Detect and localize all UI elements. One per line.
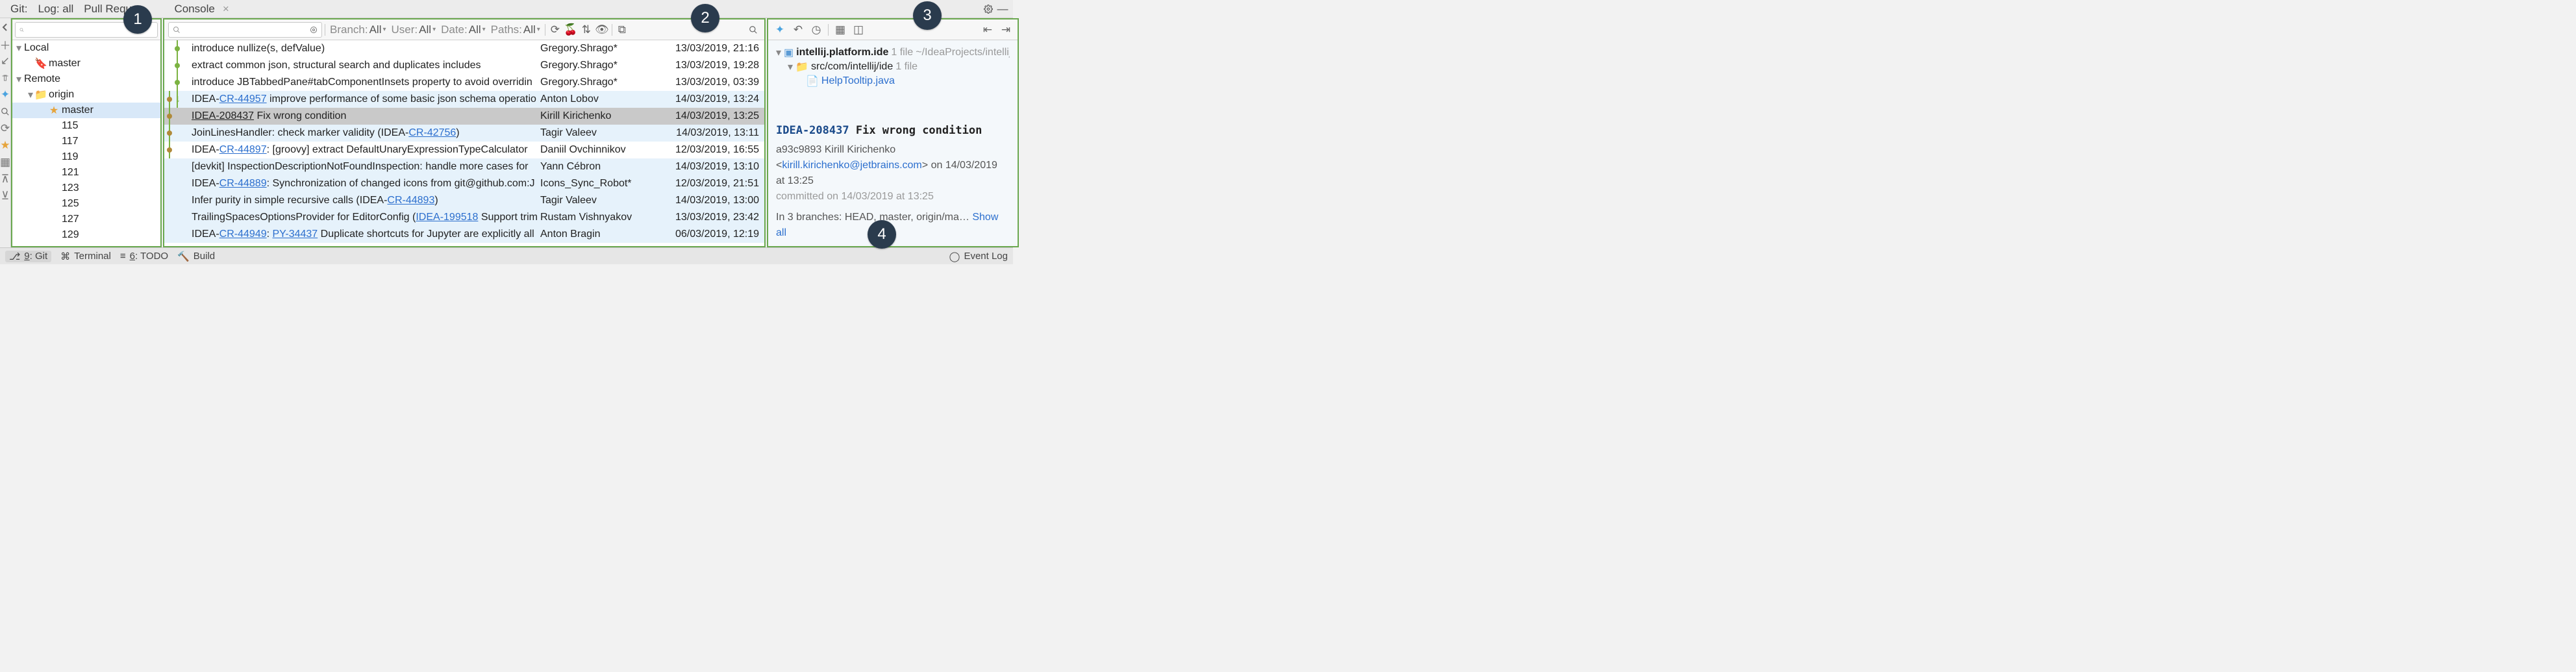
group-icon[interactable]: ▦ <box>832 22 848 38</box>
star-icon[interactable]: ★ <box>0 140 10 151</box>
filter-paths[interactable]: Paths: All ▾ <box>489 23 542 36</box>
align-bottom-icon[interactable]: ⊻ <box>0 191 10 201</box>
branches-panel: ▾Local 🔖 master ▾Remote ▾ 📁 origin ★ mas… <box>11 18 162 247</box>
filter-user[interactable]: User: All ▾ <box>390 23 438 36</box>
sparkle-icon[interactable]: ✦ <box>772 22 788 38</box>
gear-icon[interactable] <box>983 4 994 14</box>
tool-git[interactable]: ⎇ 9: Git <box>5 251 51 262</box>
changed-files-tree[interactable]: ▾ ▣ intellij.platform.ide 1 file ~/IdeaP… <box>776 45 1010 88</box>
close-icon[interactable]: × <box>223 3 229 16</box>
tree-ref[interactable]: 121 <box>12 165 160 180</box>
filter-settings-icon[interactable] <box>310 26 318 34</box>
log-panel: Branch: All ▾ User: All ▾ Date: All ▾ Pa… <box>163 18 766 247</box>
badge-2: 2 <box>691 4 719 32</box>
badge-4: 4 <box>868 220 896 249</box>
tree-ref[interactable]: 119 <box>12 149 160 165</box>
tree-ref[interactable]: 123 <box>12 180 160 196</box>
tree-ref[interactable]: 129 <box>12 227 160 243</box>
changed-file[interactable]: HelpTooltip.java <box>821 75 895 87</box>
tree-remote[interactable]: ▾Remote <box>12 71 160 87</box>
details-panel: ✦ ↶ ◷ ▦ ◫ ⇤ ⇥ ▾ ▣ intellij.platform.ide … <box>767 18 1019 247</box>
tab-log[interactable]: Log: all <box>32 1 79 17</box>
tree-origin-master[interactable]: ★ master <box>12 103 160 118</box>
commit-row[interactable]: Infer purity in simple recursive calls (… <box>164 192 764 209</box>
commit-row[interactable]: IDEA-CR-44949: PY-34437 Duplicate shortc… <box>164 226 764 243</box>
tree-ref[interactable]: 131 <box>12 243 160 246</box>
log-search[interactable] <box>168 22 322 38</box>
collapse-icon[interactable]: ⇥ <box>998 22 1014 38</box>
commit-row[interactable]: [devkit] InspectionDescriptionNotFoundIn… <box>164 158 764 175</box>
reload-icon[interactable]: ⟳ <box>548 23 562 37</box>
hammer-icon: 🔨 <box>177 251 190 262</box>
collapse-icon[interactable]: ↙ <box>0 56 10 66</box>
commit-meta: a93c9893 Kirill Kirichenko <kirill.kiric… <box>776 142 1010 205</box>
branch-tree[interactable]: ▾Local 🔖 master ▾Remote ▾ 📁 origin ★ mas… <box>12 40 160 246</box>
commit-row[interactable]: IDEA-CR-44897: [groovy] extract DefaultU… <box>164 142 764 158</box>
commit-row[interactable]: introduce JBTabbedPane#tabComponentInset… <box>164 74 764 91</box>
eye-icon[interactable]: 👁 <box>595 23 609 37</box>
folder-icon: 📁 <box>795 60 808 73</box>
commit-row[interactable]: IDEA-208437 Fix wrong conditionKirill Ki… <box>164 108 764 125</box>
terminal-icon: ⌘ <box>60 251 70 262</box>
tree-local-master[interactable]: 🔖 master <box>12 56 160 71</box>
tool-build[interactable]: 🔨 Build <box>177 251 215 262</box>
tree-ref[interactable]: 117 <box>12 134 160 149</box>
sort-icon[interactable]: ⇅ <box>579 23 594 37</box>
refresh-icon[interactable]: ⟳ <box>0 123 10 134</box>
branch-icon: ⎇ <box>9 251 20 262</box>
badge-1: 1 <box>123 5 152 34</box>
left-gutter: ＋ ↙ ✦ ⟳ ★ ▦ ⊼ ⊻ <box>0 18 11 247</box>
branches-info: In 3 branches: HEAD, master, origin/ma… <box>776 212 969 223</box>
commit-message: IDEA-208437 Fix wrong condition <box>776 124 1010 137</box>
folder-icon: 📁 <box>36 88 46 101</box>
find-icon[interactable] <box>746 23 760 37</box>
status-bar: ⎇ 9: Git ⌘ Terminal ≡ 6: TODO 🔨 Build ◯ … <box>0 247 1013 264</box>
align-top-icon[interactable]: ⊼ <box>0 174 10 184</box>
tree-origin[interactable]: ▾ 📁 origin <box>12 87 160 103</box>
open-tab-icon[interactable]: ⧉ <box>615 23 629 37</box>
search-icon[interactable] <box>0 106 10 117</box>
balloon-icon: ◯ <box>949 251 960 262</box>
module-icon: ▣ <box>784 46 794 59</box>
tree-ref[interactable]: 115 <box>12 118 160 134</box>
commit-row[interactable]: ↓IDEA-CR-44957 improve performance of so… <box>164 91 764 108</box>
history-icon[interactable]: ◷ <box>808 22 824 38</box>
commit-row[interactable]: extract common json, structural search a… <box>164 57 764 74</box>
back-icon[interactable] <box>0 22 10 32</box>
commit-row[interactable]: TrailingSpacesOptionsProvider for Editor… <box>164 209 764 226</box>
tool-todo[interactable]: ≡ 6: TODO <box>120 251 168 262</box>
log-filter-bar: Branch: All ▾ User: All ▾ Date: All ▾ Pa… <box>164 19 764 40</box>
author-email[interactable]: kirill.kirichenko@jetbrains.com <box>782 160 921 171</box>
java-file-icon: 📄 <box>806 75 819 88</box>
plus-icon[interactable]: ＋ <box>0 39 10 49</box>
commit-row[interactable]: JoinLinesHandler: check marker validity … <box>164 125 764 142</box>
undo-icon[interactable]: ↶ <box>790 22 806 38</box>
log-search-input[interactable] <box>181 24 310 35</box>
top-tab-bar: Git: Log: all Pull Reque Console × — <box>0 0 1013 18</box>
delete-icon[interactable] <box>0 73 10 83</box>
expand-icon[interactable]: ⇤ <box>980 22 995 38</box>
filter-date[interactable]: Date: All ▾ <box>439 23 488 36</box>
bookmark-icon: 🔖 <box>36 57 46 70</box>
commit-row[interactable]: IDEA-CR-44889: Synchronization of change… <box>164 175 764 192</box>
tab-console[interactable]: Console <box>169 1 219 17</box>
filter-branch[interactable]: Branch: All ▾ <box>328 23 388 36</box>
commit-row[interactable]: introduce nullize(s, defValue)Gregory.Sh… <box>164 40 764 57</box>
tool-event-log[interactable]: ◯ Event Log <box>949 251 1008 262</box>
commit-list[interactable]: introduce nullize(s, defValue)Gregory.Sh… <box>164 40 764 246</box>
list-icon: ≡ <box>120 251 126 262</box>
badge-3: 3 <box>913 1 942 30</box>
git-label: Git: <box>5 1 32 17</box>
star-icon: ★ <box>49 104 59 117</box>
tree-ref[interactable]: 125 <box>12 196 160 212</box>
tree-ref[interactable]: 127 <box>12 212 160 227</box>
diff-icon[interactable]: ◫ <box>851 22 866 38</box>
tree-local[interactable]: ▾Local <box>12 40 160 56</box>
sparkle-icon[interactable]: ✦ <box>0 90 10 100</box>
minimize-icon[interactable]: — <box>997 4 1008 14</box>
layout-icon[interactable]: ▦ <box>0 157 10 168</box>
tool-terminal[interactable]: ⌘ Terminal <box>60 251 111 262</box>
cherry-pick-icon[interactable]: 🍒 <box>564 23 578 37</box>
